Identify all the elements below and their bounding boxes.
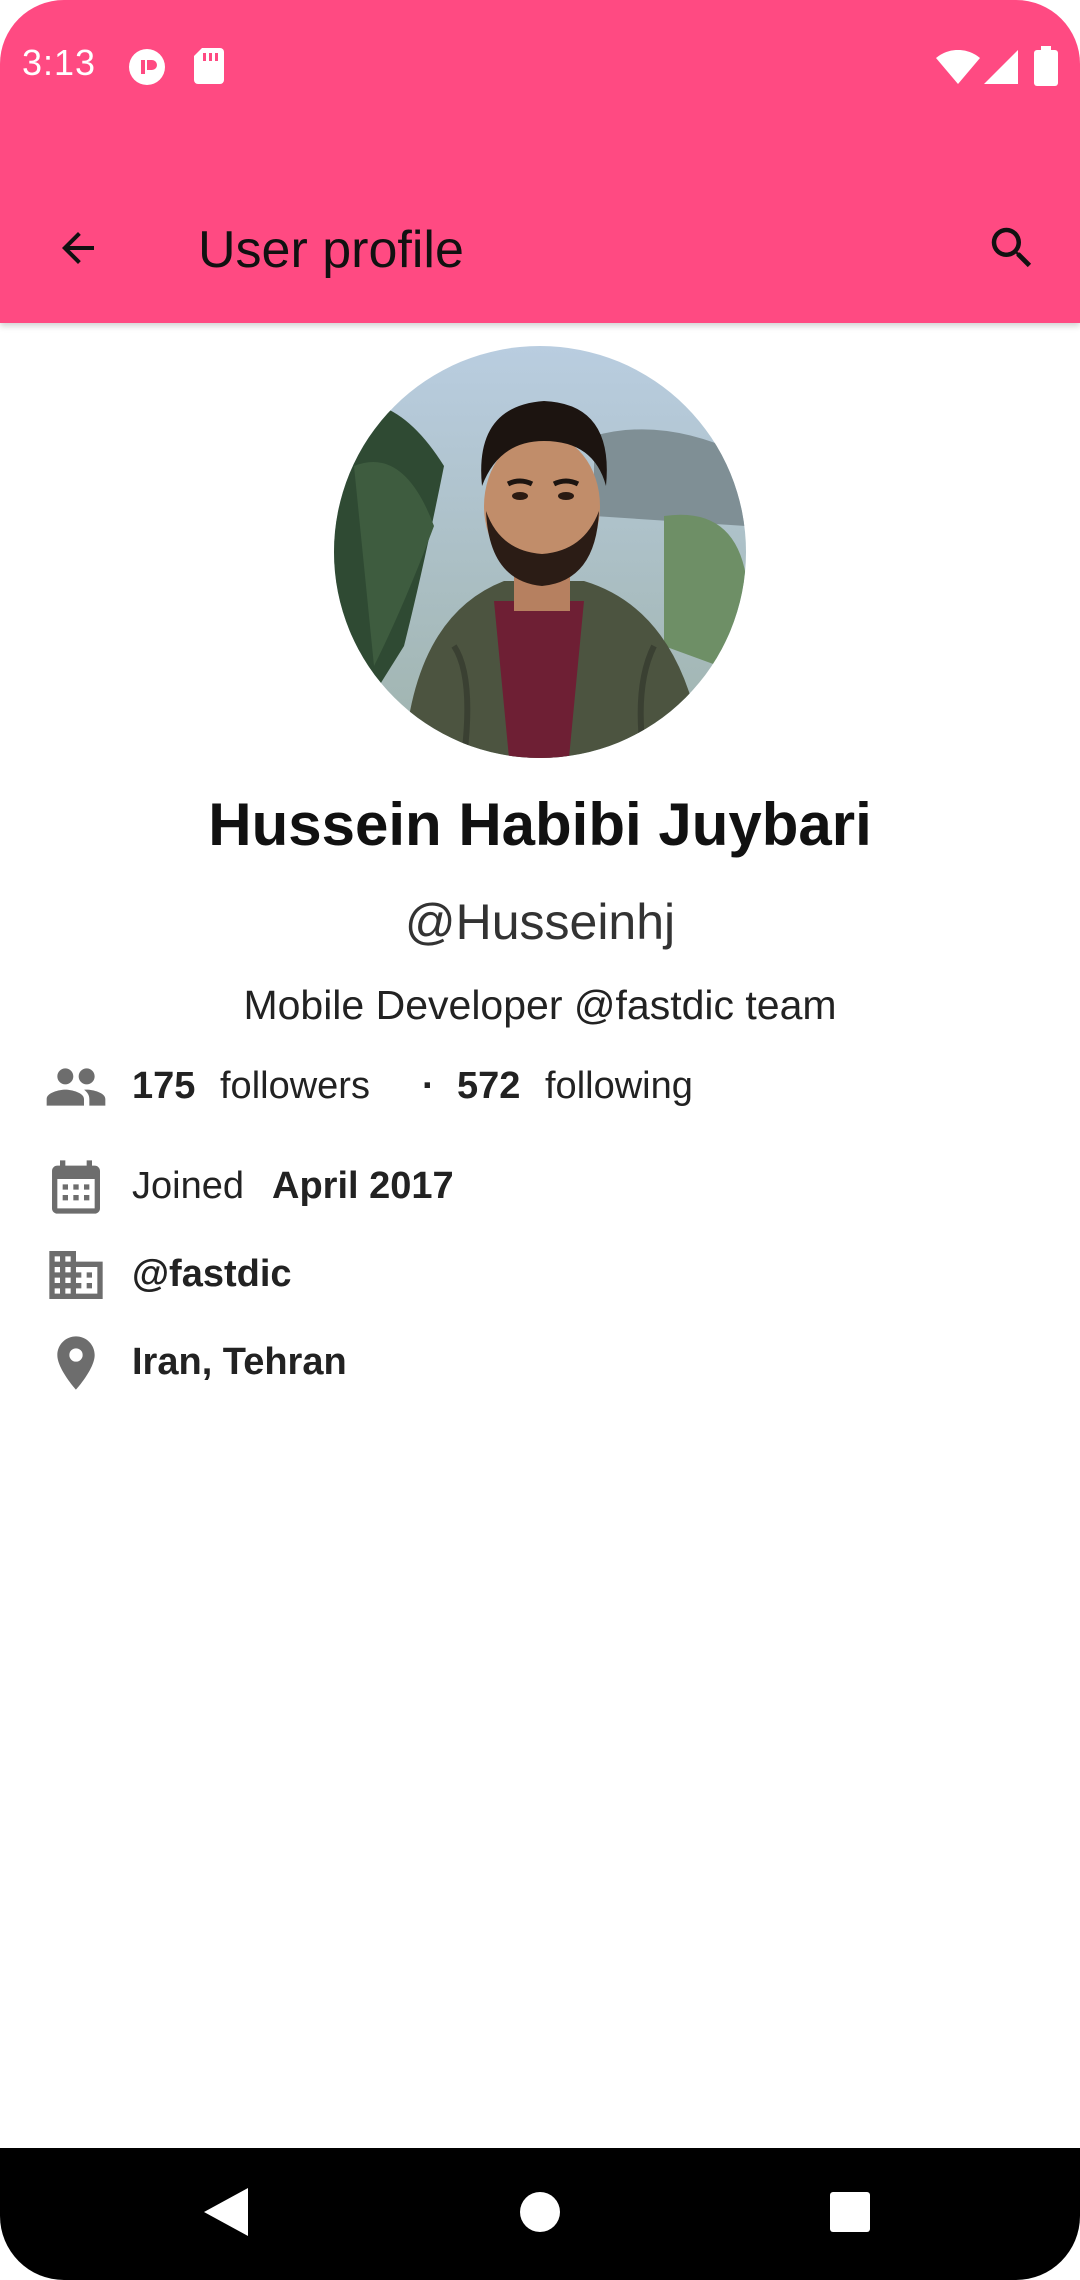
company-row: @fastdic xyxy=(0,1243,1080,1313)
following-count[interactable]: 572 xyxy=(457,1065,520,1108)
search-button[interactable] xyxy=(972,210,1052,290)
status-time: 3:13 xyxy=(22,42,97,83)
top-bar: 3:13 User profile xyxy=(0,0,1080,323)
followers-row: 175 followers · 572 following xyxy=(0,1055,1080,1125)
nav-home-icon xyxy=(519,2191,561,2238)
calendar-icon xyxy=(44,1155,108,1219)
cell-signal-icon xyxy=(984,50,1018,89)
sd-card-icon xyxy=(194,48,224,89)
battery-icon xyxy=(1034,46,1058,91)
nav-back-button[interactable] xyxy=(186,2174,266,2254)
app-notification-icon xyxy=(128,48,166,91)
joined-label: Joined xyxy=(132,1165,244,1207)
wifi-icon xyxy=(936,49,980,89)
followers-count[interactable]: 175 xyxy=(132,1065,195,1108)
avatar xyxy=(334,346,746,758)
location-pin-icon xyxy=(44,1331,108,1395)
back-button[interactable] xyxy=(38,210,118,290)
system-nav-bar xyxy=(0,2148,1080,2280)
building-icon xyxy=(44,1243,108,1307)
following-label[interactable]: following xyxy=(545,1065,693,1108)
joined-row: Joined April 2017 xyxy=(0,1155,1080,1225)
location-text: Iran, Tehran xyxy=(132,1341,347,1383)
joined-date: April 2017 xyxy=(272,1165,454,1207)
screen: 3:13 User profile Hussein Habibi Juybari… xyxy=(0,0,1080,2280)
search-icon xyxy=(985,221,1039,280)
profile-name: Hussein Habibi Juybari xyxy=(208,791,872,858)
followers-label[interactable]: followers xyxy=(220,1065,370,1108)
app-bar: User profile xyxy=(0,180,1080,320)
people-icon xyxy=(44,1055,108,1119)
profile-username: @Husseinhj xyxy=(404,894,676,950)
location-row: Iran, Tehran xyxy=(0,1331,1080,1401)
nav-recents-icon xyxy=(829,2191,871,2238)
arrow-back-icon xyxy=(54,224,102,277)
status-bar: 3:13 xyxy=(0,0,1080,130)
company-name[interactable]: @fastdic xyxy=(132,1253,292,1296)
page-title: User profile xyxy=(198,221,464,279)
nav-back-icon xyxy=(204,2187,248,2241)
nav-home-button[interactable] xyxy=(500,2174,580,2254)
nav-recents-button[interactable] xyxy=(810,2174,890,2254)
stats-separator: · xyxy=(422,1065,435,1107)
profile-bio: Mobile Developer @fastdic team xyxy=(243,982,837,1028)
